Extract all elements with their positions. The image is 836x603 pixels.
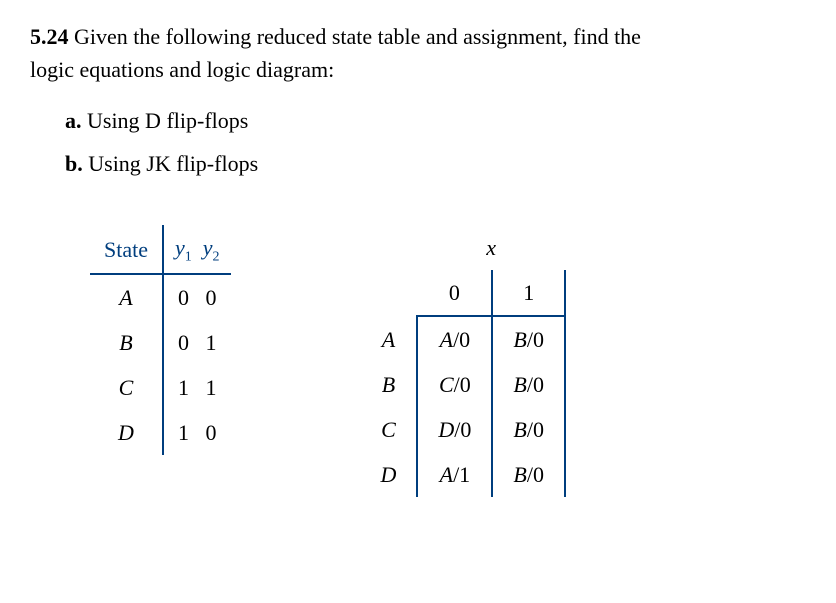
part-b-text: Using JK flip-flops: [88, 151, 258, 176]
assignment-row-A: A 0 0: [90, 274, 231, 320]
transition-row-C: C D/0 B/0: [361, 407, 565, 452]
problem-statement: 5.24 Given the following reduced state t…: [30, 20, 806, 86]
part-a: a. Using D flip-flops: [65, 104, 806, 137]
part-a-letter: a.: [65, 108, 82, 133]
transition-row-B: B C/0 B/0: [361, 362, 565, 407]
assignment-table: State y1 y2 A 0 0 B 0 1 C 1 1 D 1 0: [90, 225, 231, 455]
assignment-header-y1y2: y1 y2: [163, 225, 231, 274]
assignment-row-C: C 1 1: [90, 365, 231, 410]
problem-text-line1: Given the following reduced state table …: [74, 24, 641, 49]
assignment-row-D: D 1 0: [90, 410, 231, 455]
problem-number: 5.24: [30, 24, 69, 49]
assignment-row-B: B 0 1: [90, 320, 231, 365]
part-a-text: Using D flip-flops: [87, 108, 248, 133]
parts-list: a. Using D flip-flops b. Using JK flip-f…: [30, 104, 806, 180]
transition-col0-header: 0: [417, 270, 492, 316]
transition-col1-header: 1: [492, 270, 565, 316]
part-b: b. Using JK flip-flops: [65, 147, 806, 180]
tables-row: State y1 y2 A 0 0 B 0 1 C 1 1 D 1 0 x: [30, 225, 806, 497]
part-b-letter: b.: [65, 151, 83, 176]
problem-text-line2: logic equations and logic diagram:: [30, 57, 334, 82]
transition-table: x 0 1 A A/0 B/0 B C/0 B/0 C D/0 B/0 D A/…: [361, 225, 566, 497]
assignment-header-state: State: [90, 225, 163, 274]
transition-row-D: D A/1 B/0: [361, 452, 565, 497]
transition-x-header: x: [417, 225, 565, 270]
transition-row-A: A A/0 B/0: [361, 316, 565, 362]
